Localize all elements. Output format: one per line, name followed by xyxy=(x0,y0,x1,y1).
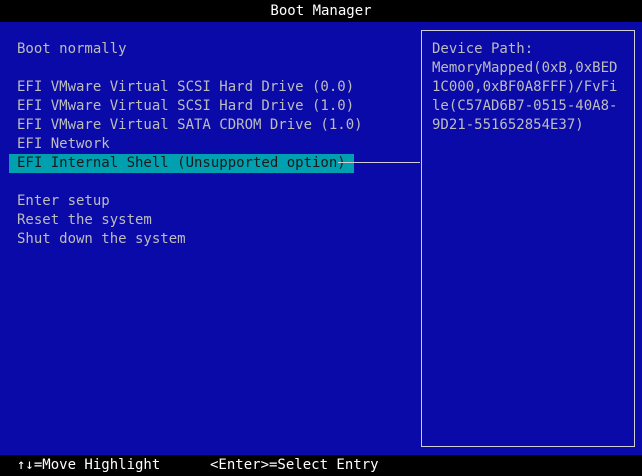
window-title: Boot Manager xyxy=(270,3,372,19)
menu-item-reset-system[interactable]: Reset the system xyxy=(9,211,160,230)
device-path-heading: Device Path: xyxy=(432,41,534,57)
device-path-value: MemoryMapped(0xB,0xBED1C000,0xBF0A8FFF)/… xyxy=(432,60,618,133)
select-entry-hint: <Enter>=Select Entry xyxy=(210,457,379,473)
status-bar: ↑↓=Move Highlight <Enter>=Select Entry xyxy=(0,455,642,476)
selection-connector-line xyxy=(338,162,420,163)
menu-item-scsi-drive-0[interactable]: EFI VMware Virtual SCSI Hard Drive (0.0) xyxy=(9,78,362,97)
menu-item-boot-normally[interactable]: Boot normally xyxy=(9,40,135,59)
menu-item-efi-network[interactable]: EFI Network xyxy=(9,135,118,154)
device-path-panel: Device Path: MemoryMapped(0xB,0xBED1C000… xyxy=(421,30,635,447)
menu-item-enter-setup[interactable]: Enter setup xyxy=(9,192,118,211)
menu-item-scsi-drive-1[interactable]: EFI VMware Virtual SCSI Hard Drive (1.0) xyxy=(9,97,362,116)
title-bar: Boot Manager xyxy=(0,0,642,22)
move-highlight-hint: ↑↓=Move Highlight xyxy=(17,457,161,473)
menu-item-shut-down[interactable]: Shut down the system xyxy=(9,230,194,249)
menu-item-internal-shell[interactable]: EFI Internal Shell (Unsupported option) xyxy=(9,154,354,173)
menu-item-sata-cdrom[interactable]: EFI VMware Virtual SATA CDROM Drive (1.0… xyxy=(9,116,371,135)
boot-manager-screen: Boot normally EFI VMware Virtual SCSI Ha… xyxy=(0,22,642,455)
